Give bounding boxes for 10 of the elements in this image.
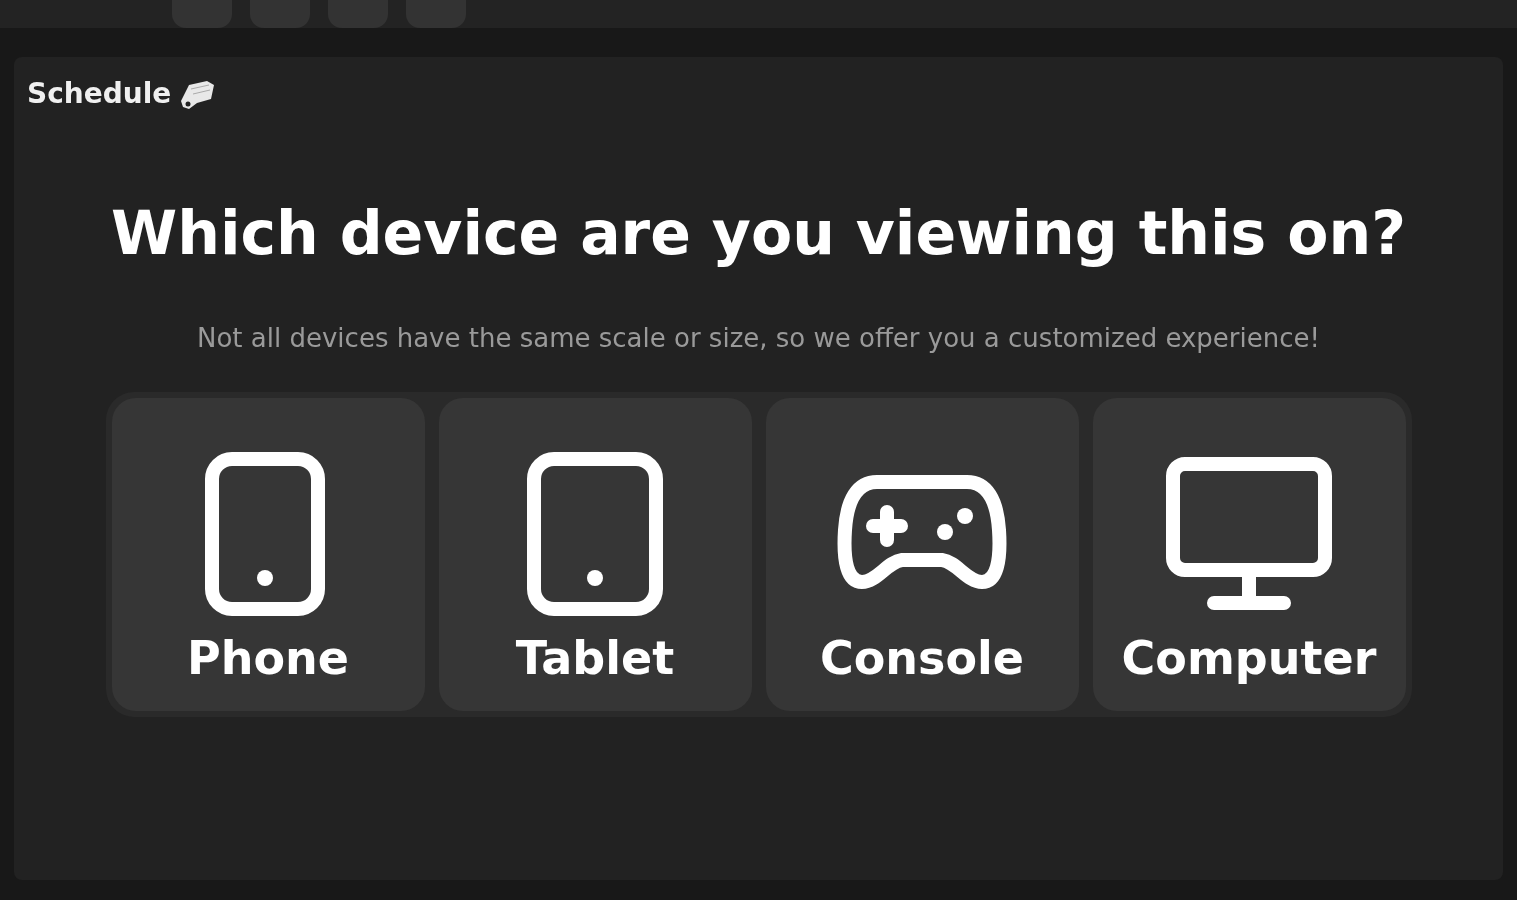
- toolbar-button[interactable]: [328, 0, 388, 28]
- device-option[interactable]: Computer: [1092, 398, 1406, 711]
- app-title: Schedule: [27, 76, 172, 112]
- subtitle: Not all devices have the same scale or size, so we offer you a customized experience!: [197, 322, 1320, 355]
- device-option[interactable]: Phone: [111, 398, 425, 711]
- device-option[interactable]: Console: [765, 398, 1079, 711]
- toolbar-button[interactable]: [172, 0, 232, 28]
- toolbar-button[interactable]: [250, 0, 310, 28]
- device-option[interactable]: Tablet: [438, 398, 752, 711]
- toolbar-button[interactable]: [406, 0, 466, 28]
